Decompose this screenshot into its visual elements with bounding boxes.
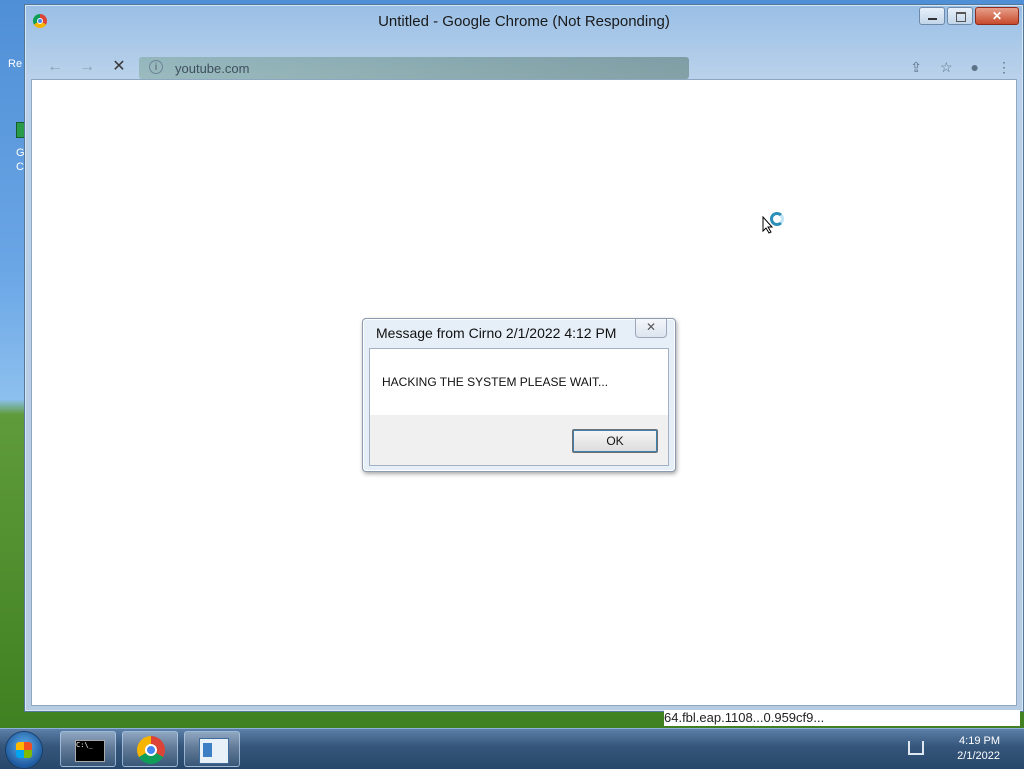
star-icon[interactable]: ☆ — [940, 59, 953, 76]
dialog-close-button[interactable]: ✕ — [635, 319, 667, 338]
ok-button[interactable]: OK — [572, 429, 658, 453]
dialog-message-area: HACKING THE SYSTEM PLEASE WAIT... — [370, 349, 668, 415]
clock-date: 2/1/2022 — [957, 750, 1000, 762]
window-controls: ✕ — [919, 7, 1019, 25]
dialog-body: HACKING THE SYSTEM PLEASE WAIT... OK — [369, 348, 669, 466]
background-window-text: 64.fbl.eap.1108...0.959cf9... — [664, 710, 1020, 726]
stop-loading-icon[interactable]: ✕ — [109, 57, 129, 77]
clock-time: 4:19 PM — [959, 735, 1000, 747]
dialog-title: Message from Cirno 2/1/2022 4:12 PM — [376, 325, 617, 341]
info-icon[interactable]: i — [149, 60, 163, 74]
taskbar: C:\_ 4:19 PM 2/1/2022 — [0, 728, 1024, 769]
network-icon[interactable] — [908, 741, 924, 755]
message-dialog: Message from Cirno 2/1/2022 4:12 PM ✕ HA… — [362, 318, 676, 472]
profile-icon[interactable]: ● — [971, 59, 979, 76]
taskbar-item-command-prompt[interactable]: C:\_ — [60, 731, 116, 767]
clock[interactable]: 4:19 PM 2/1/2022 — [957, 734, 1000, 764]
minimize-button[interactable] — [919, 7, 945, 25]
system-tray: 4:19 PM 2/1/2022 — [894, 729, 1024, 769]
url-text[interactable]: youtube.com — [175, 61, 249, 76]
window-title: Untitled - Google Chrome (Not Responding… — [378, 13, 670, 30]
forward-arrow-icon[interactable]: → — [77, 57, 97, 77]
share-icon[interactable]: ⇪ — [910, 59, 922, 76]
dialog-message: HACKING THE SYSTEM PLEASE WAIT... — [382, 375, 609, 389]
title-bar[interactable]: Untitled - Google Chrome (Not Responding… — [25, 5, 1023, 39]
browser-toolbar: ← → ✕ i youtube.com ⇪ ☆ ● ⋮ — [25, 55, 1023, 81]
back-arrow-icon[interactable]: ← — [45, 57, 65, 77]
chrome-icon — [137, 736, 165, 764]
menu-icon[interactable]: ⋮ — [997, 59, 1011, 76]
close-button[interactable]: ✕ — [975, 7, 1019, 25]
cmd-icon: C:\_ — [75, 740, 105, 762]
start-button[interactable] — [6, 732, 42, 768]
taskbar-item-document[interactable] — [184, 731, 240, 767]
toolbar-actions: ⇪ ☆ ● ⋮ — [910, 59, 1011, 76]
document-icon — [199, 738, 229, 764]
maximize-button[interactable] — [947, 7, 973, 25]
busy-spinner-icon — [770, 212, 784, 226]
desktop-label-fragment: Re — [8, 58, 23, 70]
taskbar-item-chrome[interactable] — [122, 731, 178, 767]
address-bar[interactable]: i youtube.com — [139, 57, 689, 79]
